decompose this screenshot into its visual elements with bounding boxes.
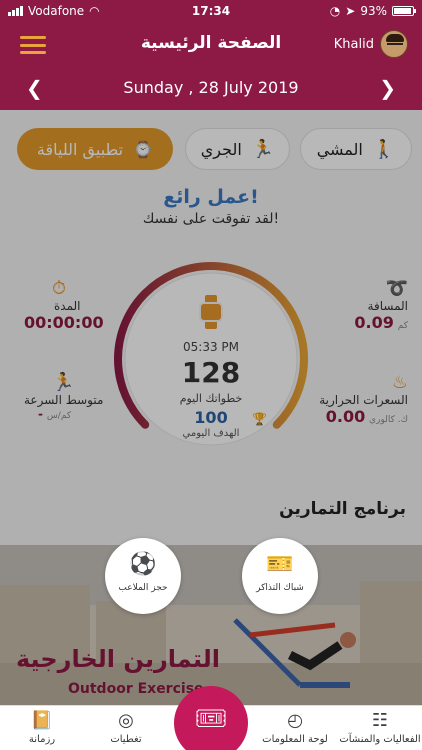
battery-percent: 93%	[360, 4, 387, 18]
modal-backdrop[interactable]	[0, 110, 422, 705]
location-icon: ➤	[345, 4, 356, 18]
battery-icon	[392, 6, 416, 16]
book-stadium-label: حجز الملاعب	[118, 583, 168, 593]
tab-dashboard-label: لوحة المعلومات	[262, 734, 328, 745]
app-header: الصفحة الرئيسية Khalid	[0, 22, 422, 66]
tab-events-label: الفعاليات والمنشآت	[339, 734, 421, 745]
dashboard-icon: ◴	[287, 710, 303, 731]
avatar	[380, 30, 408, 58]
tab-coverage[interactable]: ◎ تغطيات	[84, 710, 168, 745]
tab-coverage-label: تغطيات	[110, 734, 142, 745]
ticket-office-button[interactable]: 🎫 شباك التذاكر	[242, 538, 318, 614]
status-bar: Vodafone ◠ 17:34 ◔ ➤ 93%	[0, 0, 422, 22]
rotation-lock-icon: ◔	[329, 4, 341, 18]
tickets-icon: 🎟	[194, 704, 228, 734]
next-day-icon[interactable]: ❯	[379, 76, 396, 100]
tab-calendar[interactable]: 📔 رزمانة	[0, 710, 84, 745]
tab-events[interactable]: ☷ الفعاليات والمنشآت	[338, 710, 422, 745]
status-right: ◔ ➤ 93%	[329, 4, 416, 18]
date-bar: ❮ Sunday , 28 July 2019 ❯	[0, 66, 422, 110]
ticket-office-label: شباك التذاكر	[256, 583, 304, 593]
user-name: Khalid	[333, 36, 374, 52]
center-action-button[interactable]: 🎟	[174, 686, 248, 750]
tab-calendar-label: رزمانة	[28, 734, 56, 745]
book-stadium-button[interactable]: ⚽ حجز الملاعب	[105, 538, 181, 614]
current-date: Sunday , 28 July 2019	[123, 78, 299, 97]
user-profile[interactable]: Khalid	[334, 30, 408, 58]
events-icon: ☷	[371, 710, 389, 731]
ticket-icon: 🎫	[266, 552, 294, 577]
instagram-icon: ◎	[118, 710, 134, 731]
tab-dashboard[interactable]: ◴ لوحة المعلومات	[253, 710, 337, 745]
stadium-icon: ⚽	[129, 552, 157, 577]
calendar-icon: 📔	[30, 710, 54, 731]
